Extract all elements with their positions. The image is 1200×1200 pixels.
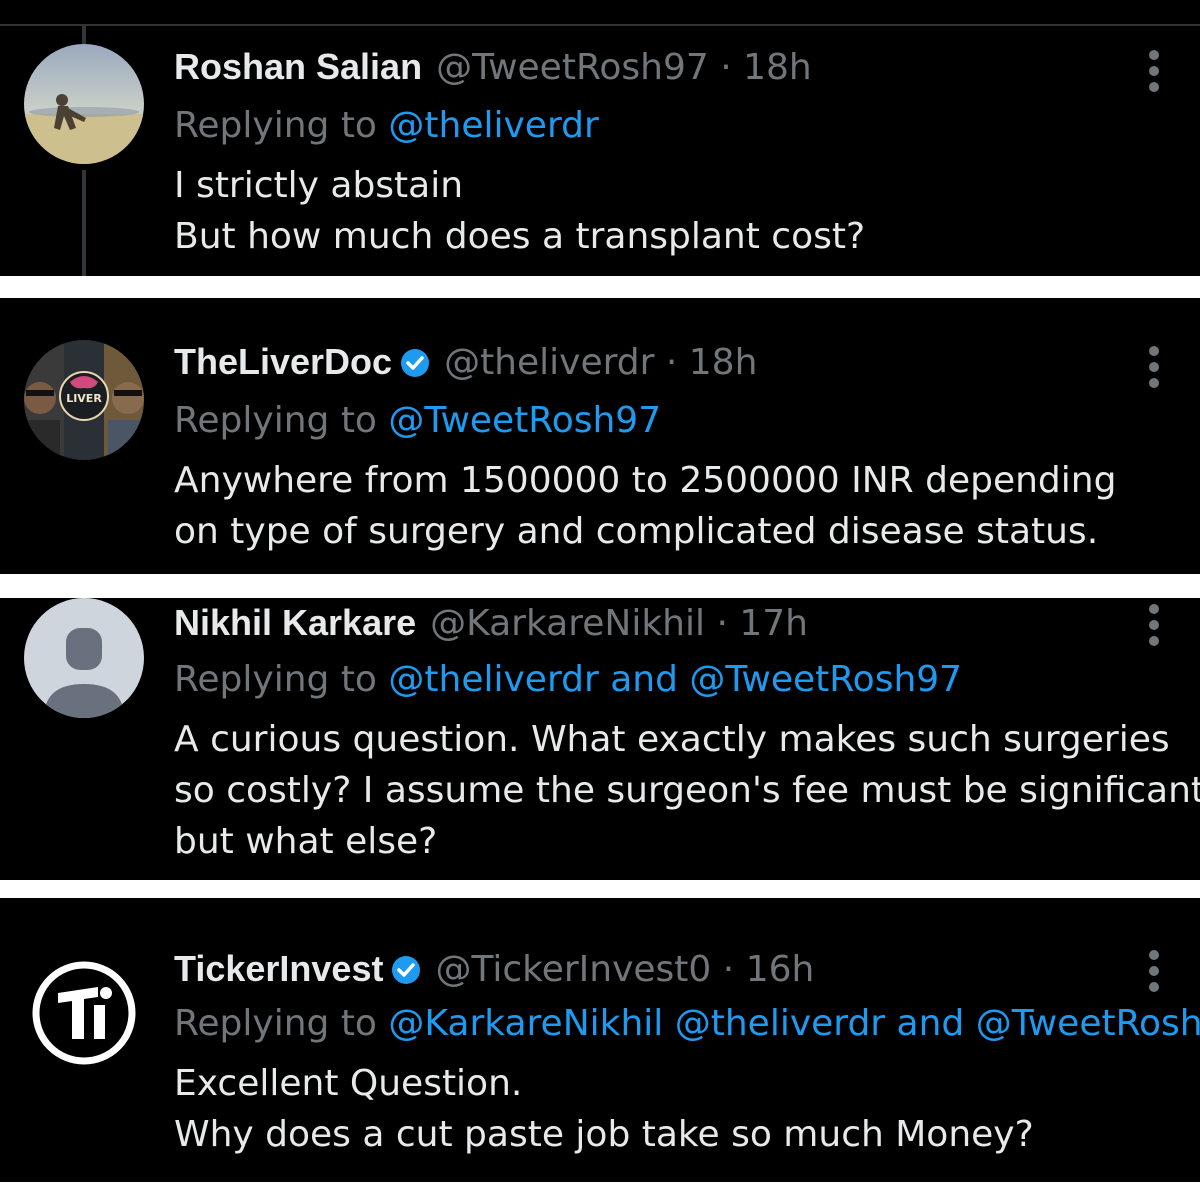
timestamp[interactable]: 17h bbox=[739, 603, 808, 644]
mention-link[interactable]: @theliverdr bbox=[388, 105, 598, 146]
more-options-button[interactable] bbox=[1142, 346, 1166, 390]
verified-badge-icon bbox=[391, 955, 421, 985]
tweet-text-line: A curious question. What exactly makes s… bbox=[174, 719, 1170, 760]
tweet-text-line: I strictly abstain bbox=[174, 165, 464, 206]
timestamp[interactable]: 16h bbox=[746, 949, 815, 990]
avatar[interactable]: LIVER bbox=[24, 340, 144, 460]
replying-to: Replying to @KarkareNikhil @theliverdr a… bbox=[174, 999, 1200, 1049]
tweet-text-line: so costly? I assume the surgeon's fee mu… bbox=[174, 770, 1200, 811]
divider bbox=[0, 24, 1200, 26]
separator-dot: · bbox=[665, 342, 678, 383]
replying-to-label: Replying to bbox=[174, 659, 377, 700]
username[interactable]: @theliverdr bbox=[444, 342, 654, 383]
separator-dot: · bbox=[720, 47, 732, 88]
display-name[interactable]: Roshan Salian bbox=[174, 46, 422, 87]
tweet-header: Roshan Salian @TweetRosh97 · 18h bbox=[174, 42, 812, 92]
username[interactable]: @KarkareNikhil bbox=[430, 603, 705, 644]
avatar[interactable] bbox=[24, 598, 144, 718]
display-name[interactable]: TheLiverDoc bbox=[174, 341, 392, 382]
verified-badge-icon bbox=[400, 348, 430, 378]
replying-to-label: Replying to bbox=[174, 105, 377, 146]
replying-to: Replying to @theliverdr and @TweetRosh97 bbox=[174, 655, 962, 705]
more-options-button[interactable] bbox=[1142, 950, 1166, 994]
tweet-header: Nikhil Karkare @KarkareNikhil · 17h bbox=[174, 598, 808, 648]
replying-to: Replying to @TweetRosh97 bbox=[174, 396, 661, 446]
username[interactable]: @TickerInvest0 bbox=[435, 949, 711, 990]
tweet-text: A curious question. What exactly makes s… bbox=[174, 714, 1200, 867]
tweet-text-line: but what else? bbox=[174, 821, 438, 862]
tweet-text: I strictly abstain But how much does a t… bbox=[174, 160, 865, 262]
username[interactable]: @TweetRosh97 bbox=[436, 47, 709, 88]
tweet-header: TheLiverDoc @theliverdr · 18h bbox=[174, 337, 757, 387]
avatar-logo-text: LIVER bbox=[66, 392, 102, 405]
tweet-text: Anywhere from 1500000 to 2500000 INR dep… bbox=[174, 455, 1116, 557]
avatar[interactable] bbox=[24, 953, 144, 1073]
tweet-text-line: Anywhere from 1500000 to 2500000 INR dep… bbox=[174, 460, 1117, 501]
avatar[interactable] bbox=[24, 44, 144, 164]
mention-link[interactable]: @TweetRosh97 bbox=[388, 400, 661, 441]
tweet-panel-2[interactable]: LIVER TheLiverDoc @theliverdr · 18h Reply… bbox=[0, 298, 1200, 574]
replying-to-label: Replying to bbox=[174, 1003, 377, 1044]
tweet-panel-1[interactable]: Roshan Salian @TweetRosh97 · 18h Replying… bbox=[0, 0, 1200, 276]
tweet-panel-4[interactable]: TickerInvest @TickerInvest0 · 16h Replyin… bbox=[0, 898, 1200, 1182]
more-dots-icon bbox=[1149, 950, 1159, 960]
more-dots-icon bbox=[1149, 604, 1159, 614]
mention-link[interactable]: @theliverdr and @TweetRosh97 bbox=[388, 659, 962, 700]
more-options-button[interactable] bbox=[1142, 50, 1166, 94]
timestamp[interactable]: 18h bbox=[689, 342, 758, 383]
tweet-panel-3[interactable]: Nikhil Karkare @KarkareNikhil · 17h Reply… bbox=[0, 598, 1200, 880]
thread-line bbox=[82, 26, 86, 44]
more-dots-icon bbox=[1149, 346, 1159, 356]
tweet-text-line: Excellent Question. bbox=[174, 1063, 523, 1104]
tweet-text-line: Why does a cut paste job take so much Mo… bbox=[174, 1114, 1034, 1155]
more-dots-icon bbox=[1149, 50, 1159, 60]
display-name[interactable]: Nikhil Karkare bbox=[174, 602, 416, 643]
separator-dot: · bbox=[716, 603, 728, 644]
replying-to: Replying to @theliverdr bbox=[174, 101, 599, 151]
thread-line bbox=[82, 170, 86, 276]
timestamp[interactable]: 18h bbox=[743, 47, 812, 88]
display-name[interactable]: TickerInvest bbox=[174, 948, 383, 989]
replying-to-label: Replying to bbox=[174, 400, 377, 441]
tweet-header: TickerInvest @TickerInvest0 · 16h bbox=[174, 944, 814, 994]
separator-dot: · bbox=[722, 949, 735, 990]
tweet-text-line: on type of surgery and complicated disea… bbox=[174, 511, 1099, 552]
tweet-text-line: But how much does a transplant cost? bbox=[174, 216, 866, 257]
tweet-text: Excellent Question. Why does a cut paste… bbox=[174, 1058, 1034, 1160]
more-options-button[interactable] bbox=[1142, 604, 1166, 648]
mention-link[interactable]: @KarkareNikhil @theliverdr and @TweetRos… bbox=[388, 1003, 1200, 1044]
